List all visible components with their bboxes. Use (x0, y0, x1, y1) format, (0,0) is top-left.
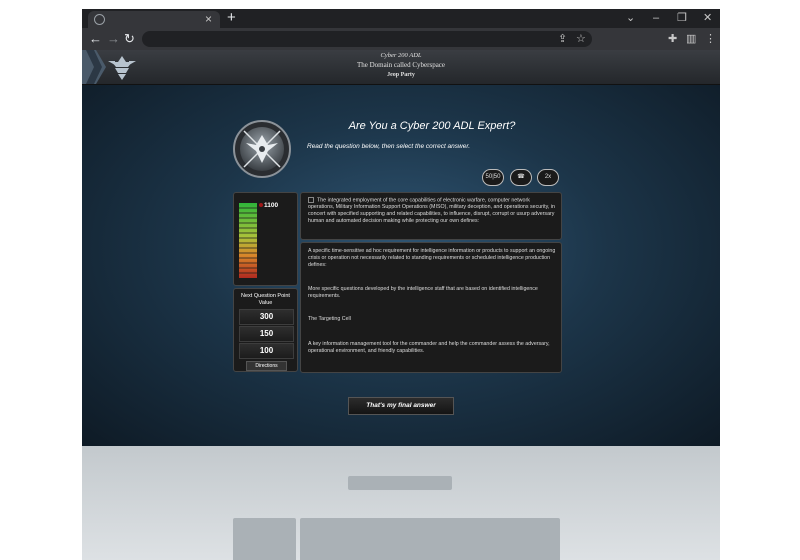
directions-button[interactable]: Directions (246, 361, 287, 371)
game-area: Are You a Cyber 200 ADL Expert? Read the… (82, 85, 720, 446)
restore-button[interactable]: ❐ (677, 11, 687, 25)
reflected-answers-panel (300, 518, 560, 560)
cyber-emblem-icon (233, 120, 291, 178)
score-panel: 1100 (233, 192, 298, 286)
score-indicator-icon (259, 203, 263, 207)
reflected-final-button (348, 476, 452, 490)
minimize-button[interactable]: – (653, 11, 659, 25)
reload-button[interactable]: ↻ (124, 31, 135, 47)
answers-panel: A specific time-sensitive ad hoc require… (300, 242, 562, 373)
new-tab-button[interactable]: + (227, 9, 236, 27)
score-value: 1100 (264, 202, 279, 209)
address-bar[interactable]: ⇪ ☆ (142, 31, 592, 47)
back-button[interactable]: ← (89, 31, 102, 47)
point-value-panel: Next Question Point Value 300 150 100 Di… (233, 288, 298, 372)
instructions-text: Read the question below, then select the… (307, 143, 471, 150)
score-meter (239, 203, 257, 278)
point-value-150[interactable]: 150 (239, 326, 294, 342)
double-points-lifeline-button[interactable]: 2x (537, 169, 559, 186)
question-body: The integrated employment of the core ca… (308, 197, 555, 225)
browser-toolbar: ← → ↻ ⇪ ☆ ✚ ▥ ⋮ (82, 28, 720, 50)
reflected-point-panel (233, 518, 296, 560)
point-value-300[interactable]: 300 (239, 309, 294, 325)
browser-window: × + ⌄ – ❐ ✕ ← → ↻ ⇪ ☆ ✚ ▥ ⋮ Cyber 200 AD… (82, 9, 720, 446)
tab-search-icon[interactable]: ⌄ (626, 11, 635, 25)
section-title: The Domain called Cyberspace (356, 61, 446, 69)
answer-option-4[interactable]: A key information management tool for th… (308, 341, 556, 355)
next-question-label: Next Question Point Value (241, 293, 290, 306)
question-checkbox-icon (308, 197, 314, 203)
final-answer-button[interactable]: That's my final answer (348, 397, 454, 415)
close-tab-icon[interactable]: × (205, 12, 212, 26)
site-header: Cyber 200 ADL The Domain called Cyberspa… (82, 50, 720, 85)
share-icon[interactable]: ⇪ (558, 31, 567, 47)
point-value-100[interactable]: 100 (239, 343, 294, 359)
side-panel-icon[interactable]: ▥ (686, 31, 696, 47)
tab-bar: × + ⌄ – ❐ ✕ (82, 9, 720, 28)
tab-favicon-icon (94, 14, 105, 25)
fifty-fifty-lifeline-button[interactable]: 50|50 (482, 169, 504, 186)
extensions-icon[interactable]: ✚ (668, 31, 677, 47)
game-heading: Are You a Cyber 200 ADL Expert? (348, 120, 516, 132)
course-title: Cyber 200 ADL (380, 52, 422, 59)
phone-lifeline-button[interactable]: ☎ (510, 169, 532, 186)
bookmark-star-icon[interactable]: ☆ (576, 31, 586, 47)
answer-option-3[interactable]: The Targeting Cell (308, 316, 556, 323)
question-text: The integrated employment of the core ca… (308, 197, 556, 225)
menu-icon[interactable]: ⋮ (705, 31, 716, 47)
question-panel: The integrated employment of the core ca… (300, 192, 562, 240)
answer-option-1[interactable]: A specific time-sensitive ad hoc require… (308, 248, 556, 269)
answer-option-2[interactable]: More specific questions developed by the… (308, 286, 556, 300)
browser-tab[interactable]: × (88, 11, 220, 28)
close-window-button[interactable]: ✕ (703, 11, 712, 25)
page-reflection (82, 446, 720, 560)
forward-button[interactable]: → (107, 31, 120, 47)
game-title: Jeop Party (387, 72, 415, 78)
